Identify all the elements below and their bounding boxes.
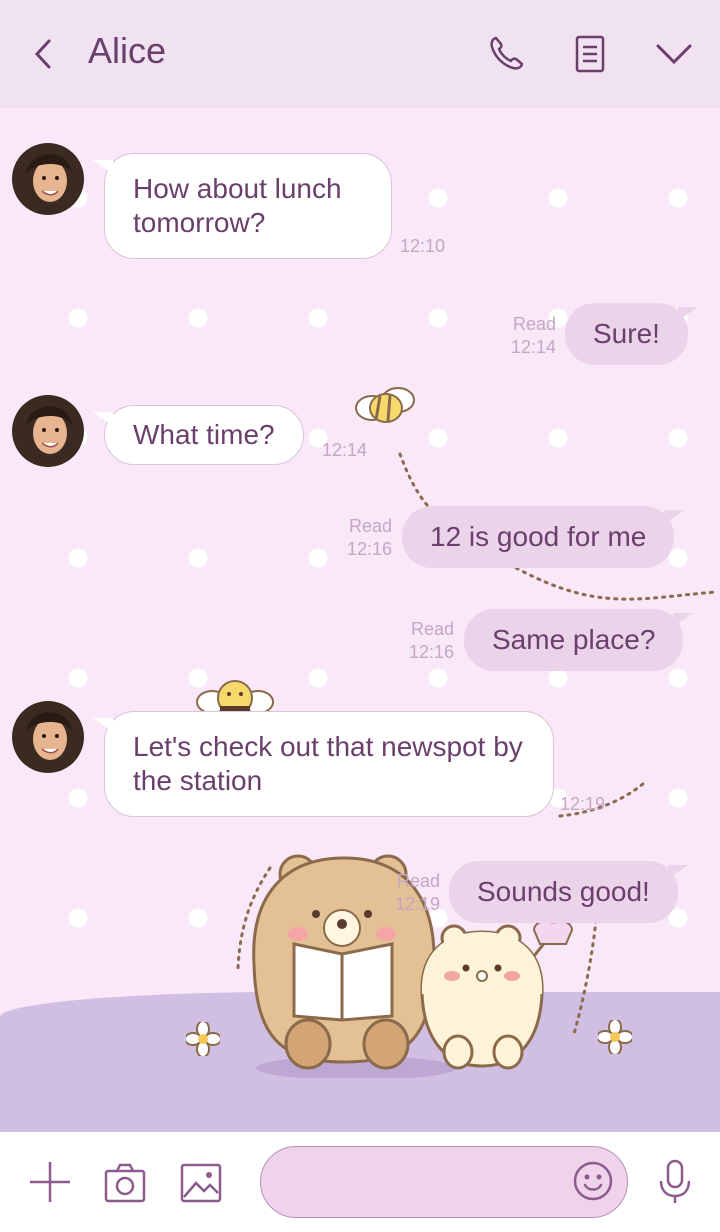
bee-icon — [355, 387, 415, 423]
message-time: 12:14 — [510, 337, 556, 357]
read-status: Read — [396, 871, 440, 891]
back-button[interactable] — [28, 34, 58, 74]
chat-area[interactable]: How about lunch tomorrow? 12:10 Read 12:… — [0, 108, 720, 1132]
microphone-button[interactable] — [652, 1158, 698, 1206]
message-bubble-outgoing[interactable]: Sounds good! — [449, 861, 688, 923]
notes-button[interactable] — [568, 32, 612, 76]
chevron-down-icon — [656, 44, 692, 65]
read-status: Read — [410, 619, 454, 639]
message-bubble-incoming[interactable]: Let's check out that newspot by the stat… — [93, 711, 554, 817]
image-icon — [180, 1163, 222, 1203]
message-bubble-incoming[interactable]: What time? — [93, 405, 304, 465]
message-time: 12:10 — [400, 236, 446, 256]
avatar[interactable] — [12, 395, 84, 467]
read-status: Read — [512, 314, 556, 334]
message-time: 12:16 — [408, 642, 454, 662]
contact-photo-icon — [12, 143, 84, 215]
flower-icon — [598, 1020, 632, 1054]
menu-button[interactable] — [652, 32, 696, 76]
message-time: 12:19 — [560, 794, 606, 814]
smiley-icon — [573, 1161, 613, 1201]
call-button[interactable] — [484, 32, 528, 76]
chat-header: Alice — [0, 0, 720, 108]
message-bubble-outgoing[interactable]: Sure! — [565, 303, 698, 365]
add-button[interactable] — [26, 1158, 74, 1206]
avatar[interactable] — [12, 143, 84, 215]
read-status: Read — [348, 516, 392, 536]
notes-icon — [575, 35, 605, 73]
chat-title: Alice — [88, 30, 167, 71]
message-time: 12:16 — [346, 539, 392, 559]
flower-icon — [186, 1022, 220, 1056]
message-time: 12:19 — [394, 894, 440, 914]
message-meta: Read 12:16 — [336, 515, 392, 561]
phone-icon — [490, 36, 524, 70]
plus-icon — [30, 1162, 70, 1202]
camera-icon — [104, 1163, 146, 1203]
gallery-button[interactable] — [178, 1160, 224, 1206]
message-meta: Read 12:19 — [384, 870, 440, 916]
message-time: 12:14 — [322, 440, 368, 460]
chevron-left-icon — [34, 39, 51, 69]
message-bubble-outgoing[interactable]: Same place? — [464, 609, 694, 671]
message-meta: Read 12:14 — [500, 313, 556, 359]
microphone-icon — [659, 1159, 691, 1203]
contact-photo-icon — [12, 395, 84, 467]
message-meta: Read 12:16 — [398, 618, 454, 664]
emoji-button[interactable] — [570, 1158, 616, 1204]
avatar[interactable] — [12, 701, 84, 773]
contact-photo-icon — [12, 701, 84, 773]
camera-button[interactable] — [102, 1160, 148, 1206]
message-bubble-outgoing[interactable]: 12 is good for me — [402, 506, 685, 568]
message-bubble-incoming[interactable]: How about lunch tomorrow? — [93, 153, 392, 259]
